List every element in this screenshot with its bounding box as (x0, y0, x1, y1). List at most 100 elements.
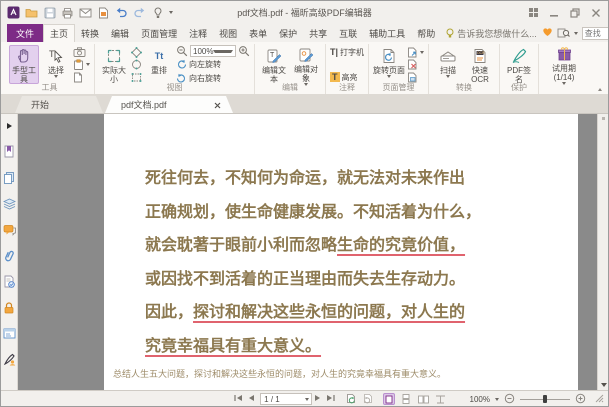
tab-help[interactable]: 帮助 (411, 24, 441, 42)
trial-button[interactable]: 试用期 (1/14) (543, 45, 585, 84)
edit-object-button[interactable]: 编辑对象 (291, 45, 321, 84)
tab-organize[interactable]: 页面管理 (135, 24, 183, 42)
rotate-pages-button[interactable]: 旋转页面 (373, 45, 405, 84)
restore-icon[interactable] (569, 7, 581, 18)
zoom-slider[interactable] (520, 395, 570, 404)
edit-text-button[interactable]: T 编辑文本 (259, 45, 289, 84)
attachments-icon[interactable] (3, 249, 16, 262)
reflow-button[interactable]: Tt 重排 (144, 45, 174, 84)
rotate-left-button[interactable]: 向左旋转 (176, 59, 250, 71)
clipboard-button[interactable] (73, 59, 90, 71)
form-fields-icon[interactable] (3, 327, 16, 340)
page-input-chevron-icon[interactable] (305, 398, 309, 401)
vertical-scrollbar[interactable] (597, 114, 608, 390)
tab-accessibility[interactable]: 辅助工具 (363, 24, 411, 42)
close-icon[interactable] (590, 7, 602, 18)
stamp-sign-icon[interactable] (3, 353, 16, 366)
page-icon (73, 72, 83, 83)
sidebar-expand-icon[interactable] (3, 119, 16, 132)
doc-tab-label: pdf文档.pdf (121, 98, 167, 111)
doc-tab-document[interactable]: pdf文档.pdf (105, 96, 233, 113)
pdf-sign-button[interactable]: PDF签名 (504, 45, 534, 84)
facing-view-icon[interactable] (417, 393, 429, 405)
pdf-sign-icon (511, 47, 528, 64)
last-page-icon[interactable] (326, 394, 335, 404)
status-zoom-chevron-icon[interactable] (495, 398, 499, 401)
search-mode-icon[interactable] (557, 27, 570, 40)
previous-page-icon[interactable] (248, 394, 255, 404)
tab-connect[interactable]: 互联 (333, 24, 363, 42)
ribbon-collapse-icon[interactable] (598, 88, 602, 91)
fit-page-button[interactable] (131, 59, 142, 71)
comments-icon[interactable] (3, 223, 16, 236)
trial-chevron-icon (562, 82, 566, 85)
rotate-pages-icon (381, 47, 397, 64)
next-page-icon[interactable] (314, 394, 321, 404)
title-bar: pdf文档.pdf - 福昕高级PDF编辑器 (1, 1, 608, 24)
security-icon[interactable] (3, 301, 16, 314)
zoom-select[interactable]: 100% (190, 45, 236, 57)
tab-convert[interactable]: 转换 (75, 24, 105, 42)
scroll-down-icon[interactable] (601, 383, 607, 387)
print-icon[interactable] (61, 6, 74, 19)
tab-view[interactable]: 视图 (213, 24, 243, 42)
undo-icon[interactable] (115, 6, 128, 19)
qat-customize-icon[interactable] (169, 11, 173, 14)
status-zoom-in-icon[interactable] (575, 393, 586, 406)
doc-tab-start[interactable]: 开始 (15, 96, 103, 113)
single-page-view-icon[interactable] (383, 393, 395, 405)
zoom-chevron-icon (213, 50, 233, 53)
open-folder-icon[interactable] (25, 6, 38, 19)
rotate-view-left-icon[interactable] (345, 393, 357, 406)
zoom-slider-handle[interactable] (543, 395, 547, 403)
pdf-page[interactable]: 死往何去，不知何为命运，就无法对未来作出正确规划，使生命健康发展。不知活着为什么… (104, 114, 578, 390)
tab-share[interactable]: 共享 (303, 24, 333, 42)
actual-size-button[interactable]: 实际大小 (99, 45, 129, 84)
status-zoom-out-icon[interactable] (504, 393, 515, 406)
first-page-icon[interactable] (234, 394, 243, 404)
delete-page-button[interactable] (407, 59, 424, 71)
rotate-view-right-icon[interactable] (362, 393, 374, 406)
snapshot-button[interactable] (73, 46, 90, 58)
digital-signatures-icon[interactable] (3, 275, 16, 288)
find-box[interactable] (582, 27, 609, 40)
minimize-icon[interactable] (548, 7, 560, 18)
scan-button[interactable]: 扫描 (433, 45, 463, 84)
select-tool-button[interactable]: T 选择 (41, 45, 71, 84)
typewriter-button[interactable]: T|打字机 (330, 46, 364, 58)
page-thumbnails-icon[interactable] (3, 171, 16, 184)
reflow-glyph: Tt (155, 51, 164, 61)
continuous-view-icon[interactable] (400, 393, 412, 405)
layout-grid-icon[interactable] (527, 7, 539, 18)
share-doc-icon[interactable] (97, 6, 110, 19)
search-mode-chevron-icon[interactable] (574, 32, 578, 35)
layers-icon[interactable] (3, 197, 16, 210)
fit-width-button[interactable] (131, 46, 142, 58)
document-area[interactable]: 死往何去，不知何为命运，就无法对未来作出正确规划，使生命健康发展。不知活着为什么… (18, 114, 608, 390)
email-icon[interactable] (79, 6, 92, 19)
resize-grip[interactable] (595, 394, 604, 405)
zoom-out-icon[interactable] (176, 45, 188, 57)
tab-file[interactable]: 文件 (7, 24, 43, 42)
doc-tab-close-icon[interactable] (214, 101, 221, 111)
tell-me-box[interactable]: 告诉我您想做什么... (441, 24, 542, 42)
find-input[interactable] (585, 29, 609, 38)
tab-protect[interactable]: 保护 (273, 24, 303, 42)
clipboard-chevron-icon (86, 63, 90, 66)
save-icon[interactable] (43, 6, 56, 19)
tab-comment[interactable]: 注释 (183, 24, 213, 42)
bookmarks-icon[interactable] (3, 145, 16, 158)
redo-icon[interactable] (133, 6, 146, 19)
hand-tool-button[interactable]: 手型工具 (9, 45, 39, 84)
tool-dropdown-icon[interactable] (151, 6, 164, 19)
quick-ocr-button[interactable]: OCR 快速OCR (465, 45, 495, 84)
tab-edit[interactable]: 编辑 (105, 24, 135, 42)
tab-home[interactable]: 主页 (43, 24, 75, 42)
heart-icon[interactable] (542, 27, 553, 39)
tab-form[interactable]: 表单 (243, 24, 273, 42)
insert-page-button[interactable] (407, 46, 424, 58)
rotate-pages-label: 旋转页面 (373, 66, 405, 75)
zoom-in-icon[interactable] (238, 45, 250, 57)
view-shapes-column (131, 45, 142, 84)
continuous-facing-view-icon[interactable] (434, 393, 446, 405)
